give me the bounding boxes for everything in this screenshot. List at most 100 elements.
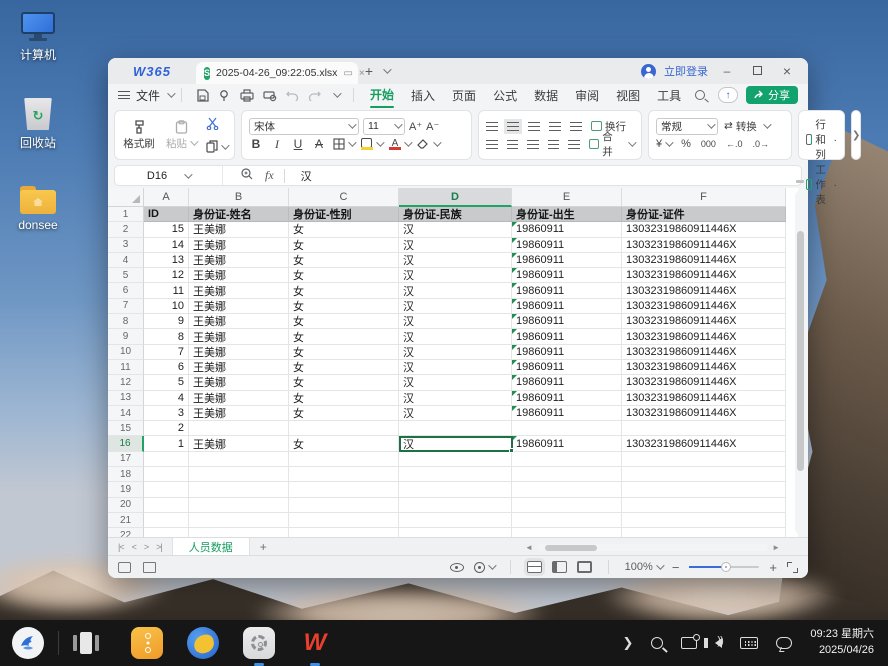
- tab-tools[interactable]: 工具: [657, 87, 681, 104]
- cell-F20[interactable]: [622, 498, 786, 513]
- row-header-19[interactable]: 19: [108, 482, 144, 497]
- cell-B22[interactable]: [189, 528, 289, 537]
- cell-C10[interactable]: 女: [289, 345, 399, 360]
- hscroll-right-arrow[interactable]: ►: [772, 543, 780, 552]
- hamburger-icon[interactable]: [118, 91, 130, 99]
- cell-B19[interactable]: [189, 482, 289, 497]
- cell-A22[interactable]: [144, 528, 189, 537]
- cell-D18[interactable]: [399, 467, 512, 482]
- cell-E12[interactable]: 19860911: [512, 375, 622, 390]
- selected-cell-D16[interactable]: [399, 436, 513, 452]
- cell-D11[interactable]: 汉: [399, 360, 512, 375]
- cell-B7[interactable]: 王美娜: [189, 299, 289, 314]
- cell-F6[interactable]: 13032319860911446X: [622, 283, 786, 298]
- tab-formula[interactable]: 公式: [493, 87, 517, 104]
- cell-D1[interactable]: 身份证-民族: [399, 207, 512, 222]
- zoom-out-button[interactable]: −: [672, 560, 680, 575]
- row-header-22[interactable]: 22: [108, 528, 144, 537]
- cell-F4[interactable]: 13032319860911446X: [622, 253, 786, 268]
- formula-value[interactable]: 汉: [301, 168, 312, 184]
- selection-locator-button[interactable]: [474, 562, 494, 573]
- cell-F12[interactable]: 13032319860911446X: [622, 375, 786, 390]
- sheet-prev-button[interactable]: <: [132, 542, 136, 552]
- cell-E4[interactable]: 19860911: [512, 253, 622, 268]
- rows-columns-button[interactable]: 行和列·: [806, 117, 837, 162]
- cell-A13[interactable]: 4: [144, 391, 189, 406]
- minimize-button[interactable]: –: [716, 64, 738, 78]
- cell-C3[interactable]: 女: [289, 238, 399, 253]
- row-header-20[interactable]: 20: [108, 498, 144, 513]
- cell-E17[interactable]: [512, 452, 622, 467]
- cell-E9[interactable]: 19860911: [512, 329, 622, 344]
- decrease-indent-icon[interactable]: [549, 122, 561, 131]
- add-sheet-button[interactable]: +: [250, 540, 277, 554]
- underline-button[interactable]: U: [291, 137, 305, 151]
- cell-D8[interactable]: 汉: [399, 314, 512, 329]
- task-view-button[interactable]: [73, 630, 99, 656]
- zoom-level-select[interactable]: 100%: [625, 561, 662, 573]
- cell-B2[interactable]: 王美娜: [189, 222, 289, 237]
- cell-D3[interactable]: 汉: [399, 238, 512, 253]
- cell-C5[interactable]: 女: [289, 268, 399, 283]
- paste-button[interactable]: 粘贴: [164, 120, 198, 151]
- undo-icon[interactable]: [286, 89, 299, 101]
- page-info-icon[interactable]: [143, 562, 156, 573]
- cell-E16[interactable]: 19860911: [512, 436, 622, 451]
- column-header-F[interactable]: F: [622, 188, 786, 207]
- cell-F17[interactable]: [622, 452, 786, 467]
- row-header-18[interactable]: 18: [108, 467, 144, 482]
- cell-F5[interactable]: 13032319860911446X: [622, 268, 786, 283]
- desktop-icon-recycle-bin[interactable]: ↻ 回收站: [2, 98, 74, 151]
- thousands-separator-button[interactable]: 000: [701, 139, 716, 149]
- row-header-5[interactable]: 5: [108, 268, 144, 283]
- cell-A14[interactable]: 3: [144, 406, 189, 421]
- cell-E21[interactable]: [512, 513, 622, 528]
- italic-button[interactable]: I: [270, 137, 284, 152]
- cell-E7[interactable]: 19860911: [512, 299, 622, 314]
- cell-D5[interactable]: 汉: [399, 268, 512, 283]
- cell-C16[interactable]: 女: [289, 436, 399, 451]
- eye-icon[interactable]: [450, 563, 464, 572]
- merge-cells-button[interactable]: 合并: [589, 129, 634, 159]
- cell-A10[interactable]: 7: [144, 345, 189, 360]
- cell-B20[interactable]: [189, 498, 289, 513]
- file-menu[interactable]: 文件: [136, 87, 160, 104]
- settings-app-button[interactable]: [243, 627, 275, 659]
- cell-F7[interactable]: 13032319860911446X: [622, 299, 786, 314]
- cell-D12[interactable]: 汉: [399, 375, 512, 390]
- row-header-14[interactable]: 14: [108, 406, 144, 421]
- cell-A19[interactable]: [144, 482, 189, 497]
- export-pdf-icon[interactable]: [218, 89, 231, 102]
- cell-C4[interactable]: 女: [289, 253, 399, 268]
- document-tab[interactable]: S 2025-04-26_09:22:05.xlsx ▭ ×: [196, 62, 358, 84]
- cell-F11[interactable]: 13032319860911446X: [622, 360, 786, 375]
- font-color-button[interactable]: A: [389, 139, 410, 150]
- cell-A15[interactable]: 2: [144, 421, 189, 436]
- cell-B4[interactable]: 王美娜: [189, 253, 289, 268]
- cell-C9[interactable]: 女: [289, 329, 399, 344]
- row-header-10[interactable]: 10: [108, 345, 144, 360]
- cell-F2[interactable]: 13032319860911446X: [622, 222, 786, 237]
- vertical-scrollbar[interactable]: [795, 191, 805, 534]
- qat-dropdown-icon[interactable]: [333, 89, 341, 97]
- currency-button[interactable]: ¥: [656, 138, 671, 150]
- cell-F21[interactable]: [622, 513, 786, 528]
- cell-C8[interactable]: 女: [289, 314, 399, 329]
- formula-zoom-icon[interactable]: [241, 168, 253, 183]
- cell-E2[interactable]: 19860911: [512, 222, 622, 237]
- cell-C19[interactable]: [289, 482, 399, 497]
- file-manager-app-button[interactable]: [131, 627, 163, 659]
- notifications-icon[interactable]: [776, 637, 792, 649]
- cell-E22[interactable]: [512, 528, 622, 537]
- row-header-17[interactable]: 17: [108, 452, 144, 467]
- cell-F10[interactable]: 13032319860911446X: [622, 345, 786, 360]
- share-button[interactable]: 分享: [746, 86, 798, 104]
- cell-C11[interactable]: 女: [289, 360, 399, 375]
- cell-mode-icon[interactable]: [118, 562, 131, 573]
- column-header-D[interactable]: D: [399, 188, 512, 207]
- cell-A20[interactable]: [144, 498, 189, 513]
- horizontal-scrollbar[interactable]: ◄ ►: [525, 544, 780, 551]
- cell-F8[interactable]: 13032319860911446X: [622, 314, 786, 329]
- row-header-16[interactable]: 16: [108, 436, 144, 451]
- tab-start[interactable]: 开始: [370, 86, 394, 105]
